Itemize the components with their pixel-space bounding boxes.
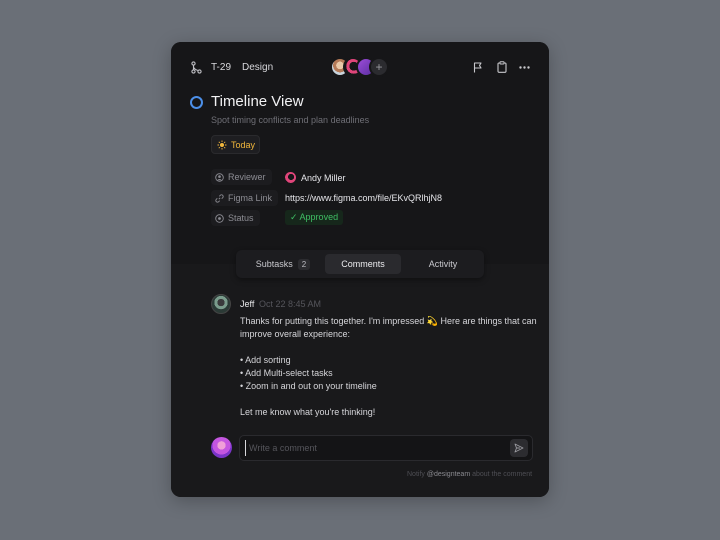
due-date-label: Today (231, 139, 256, 150)
tab-comments[interactable]: Comments (325, 254, 401, 274)
status-badge[interactable]: ✓ Approved (285, 210, 344, 225)
task-subtitle[interactable]: Spot timing conflicts and plan deadlines (211, 115, 369, 125)
comment-text: improve overall experience: (240, 329, 351, 339)
tab-activity[interactable]: Activity (402, 254, 484, 274)
current-user-avatar (211, 437, 232, 458)
status-value[interactable]: ✓ Approved (285, 210, 344, 225)
comment-list-item: • Add Multi-select tasks (240, 368, 333, 378)
send-comment-button[interactable] (510, 439, 528, 457)
user-circle-icon (215, 172, 224, 182)
project-name[interactable]: Design (242, 62, 273, 73)
figma-link-value[interactable]: https://www.figma.com/file/EKvQRlhjN8 (285, 193, 442, 203)
subtask-count-badge: 2 (297, 258, 311, 270)
reviewer-value[interactable]: Andy Miller (285, 172, 346, 183)
link-icon (215, 193, 224, 203)
comment-list-item: • Zoom in and out on your timeline (240, 381, 377, 391)
avatar (285, 172, 296, 183)
comment-timestamp: Oct 22 8:45 AM (259, 299, 322, 309)
flag-icon[interactable] (473, 62, 483, 73)
tab-bar: Subtasks 2 Comments Activity (236, 250, 484, 278)
tab-subtasks[interactable]: Subtasks 2 (240, 254, 326, 274)
status-circle-icon (215, 213, 224, 223)
status-label: Status (211, 210, 260, 226)
assignee-avatars[interactable]: + (330, 57, 392, 77)
branch-icon[interactable] (191, 61, 202, 74)
comment-input[interactable] (245, 440, 505, 456)
reviewer-label: Reviewer (211, 169, 272, 185)
comment-author[interactable]: Jeff (240, 299, 254, 309)
notify-hint: Notify @designteam about the comment (407, 471, 533, 478)
comment-author-avatar[interactable] (211, 294, 231, 314)
clipboard-icon[interactable] (497, 61, 507, 73)
due-date-chip[interactable]: Today (211, 135, 260, 154)
send-icon (514, 443, 524, 453)
sun-icon (217, 140, 227, 149)
add-assignee-button[interactable]: + (369, 57, 389, 77)
comment-list-item: • Add sorting (240, 355, 291, 365)
comment-text: Thanks for putting this together. I'm im… (240, 316, 537, 326)
figma-link-label: Figma Link (211, 190, 279, 206)
more-icon[interactable] (519, 66, 530, 69)
task-status-checkbox[interactable] (190, 96, 203, 109)
comment-text: Let me know what you're thinking! (240, 407, 376, 417)
mention-link[interactable]: @designteam (427, 471, 470, 478)
task-id: T-29 (211, 62, 232, 73)
comment-composer (239, 435, 533, 461)
task-title[interactable]: Timeline View (211, 93, 304, 110)
